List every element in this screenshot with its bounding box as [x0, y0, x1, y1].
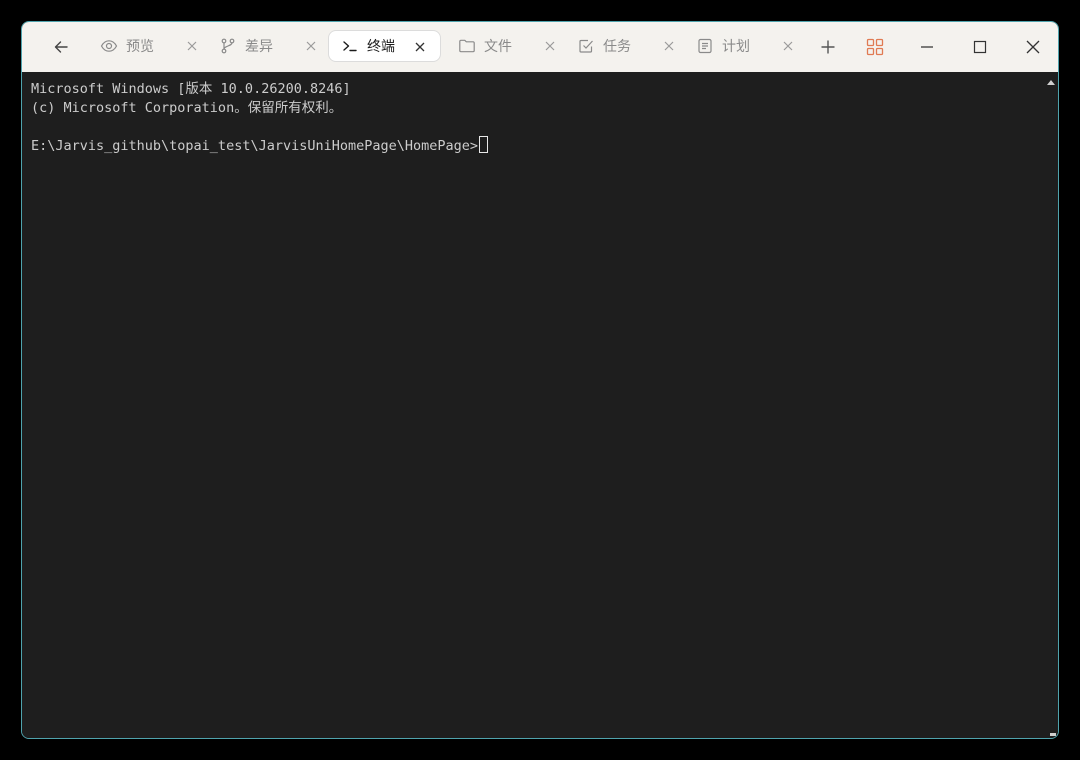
tab-label: 计划: [722, 39, 750, 55]
resize-grip-icon[interactable]: [1050, 733, 1056, 736]
arrow-left-icon: [54, 41, 68, 53]
close-icon[interactable]: [412, 39, 428, 55]
terminal-prompt-icon: [341, 37, 359, 55]
terminal-prompt-line[interactable]: E:\Jarvis_github\topai_test\JarvisUniHom…: [31, 135, 1049, 155]
terminal-line: (c) Microsoft Corporation。保留所有权利。: [31, 99, 343, 116]
terminal-output[interactable]: Microsoft Windows [版本 10.0.26200.8246] (…: [22, 72, 1058, 738]
close-window-button[interactable]: [1021, 35, 1045, 59]
tab-label: 终端: [367, 39, 395, 55]
close-icon: [1026, 40, 1040, 54]
close-icon[interactable]: [780, 38, 796, 54]
new-tab-button[interactable]: [816, 35, 840, 59]
tab-label: 文件: [484, 39, 512, 55]
tab-tasks[interactable]: 任务: [577, 30, 689, 62]
tab-files[interactable]: 文件: [458, 30, 570, 62]
close-icon[interactable]: [661, 38, 677, 54]
document-list-icon: [696, 37, 714, 55]
maximize-button[interactable]: [968, 35, 992, 59]
tab-label: 任务: [603, 39, 631, 55]
tab-bar: 预览 差异 终端 文件 任务 计划: [22, 22, 1058, 72]
layout-grid-icon: [866, 38, 884, 56]
terminal-line: Microsoft Windows [版本 10.0.26200.8246]: [31, 81, 351, 97]
tab-label: 预览: [126, 39, 154, 55]
tab-terminal[interactable]: 终端: [328, 30, 441, 62]
maximize-icon: [973, 40, 987, 54]
tab-plan[interactable]: 计划: [696, 30, 808, 62]
scroll-up-arrow-icon[interactable]: [1047, 80, 1055, 85]
layout-button[interactable]: [863, 35, 887, 59]
plus-icon: [821, 40, 835, 54]
eye-icon: [100, 37, 118, 55]
close-icon[interactable]: [542, 38, 558, 54]
folder-icon: [458, 37, 476, 55]
minimize-button[interactable]: [915, 35, 939, 59]
checkbox-icon: [577, 37, 595, 55]
tab-diff[interactable]: 差异: [219, 30, 331, 62]
tab-preview[interactable]: 预览: [100, 30, 212, 62]
app-window: 预览 差异 终端 文件 任务 计划 Microsoft Windows [版本 …: [21, 21, 1059, 739]
terminal-prompt: E:\Jarvis_github\topai_test\JarvisUniHom…: [31, 137, 479, 154]
close-icon[interactable]: [184, 38, 200, 54]
back-button[interactable]: [46, 35, 76, 59]
tab-label: 差异: [245, 39, 273, 55]
git-branch-icon: [219, 37, 237, 55]
minimize-icon: [921, 46, 933, 48]
text-cursor: [479, 135, 489, 153]
close-icon[interactable]: [303, 38, 319, 54]
